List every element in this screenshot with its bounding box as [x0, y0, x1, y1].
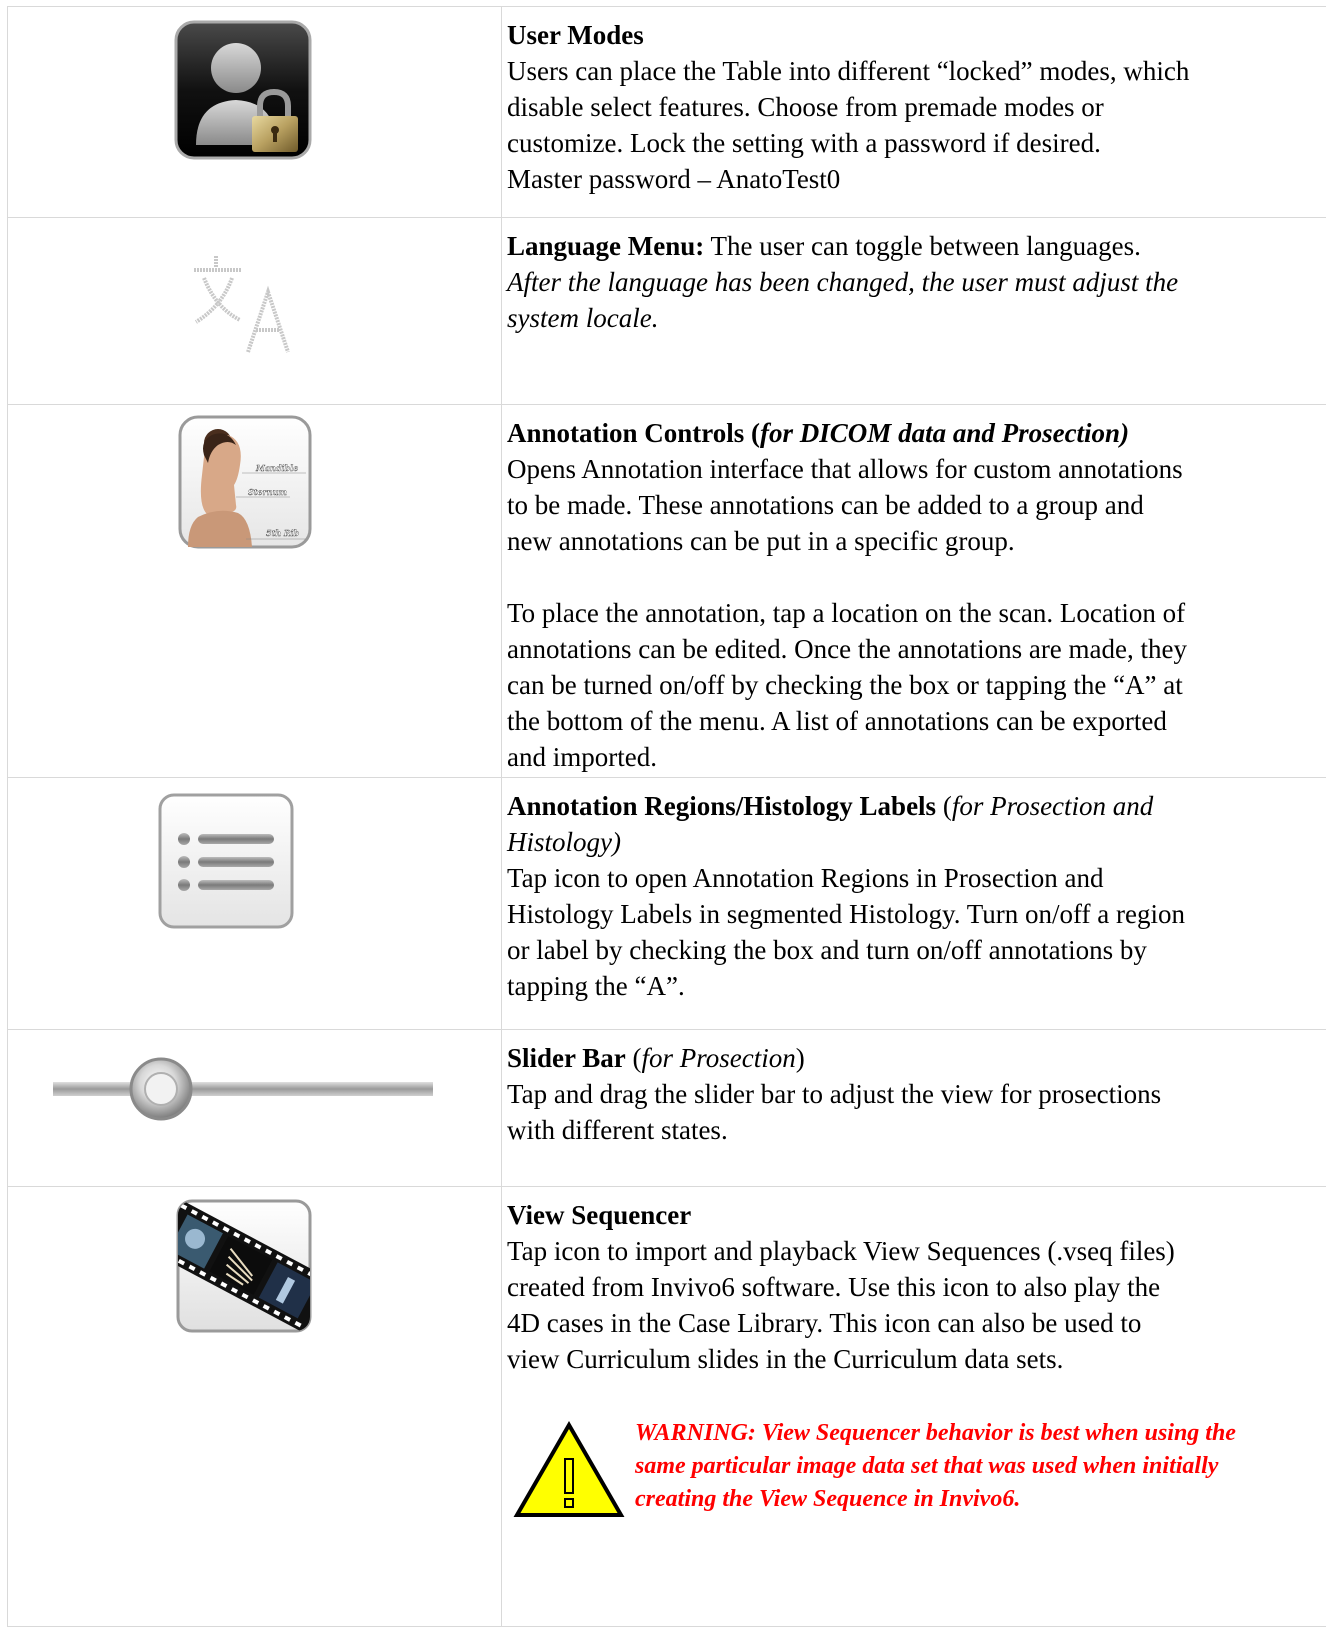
row-title-italic: for Prosection and	[951, 791, 1154, 821]
description-line: tapping the “A”.	[507, 971, 685, 1001]
description-line: with different states.	[507, 1115, 728, 1145]
description-line: Tap and drag the slider bar to adjust th…	[507, 1079, 1162, 1109]
annotation-head-icon: Mandible Sternum 5th Rib	[178, 415, 312, 549]
row-title-italic-line2: Histology)	[507, 827, 621, 857]
row-title-paren: (	[625, 1043, 642, 1073]
description-line: customize. Lock the setting with a passw…	[507, 128, 1101, 158]
icon-cell: Mandible Sternum 5th Rib	[7, 404, 502, 778]
table-row: Language Menu: The user can toggle betwe…	[7, 217, 1326, 405]
description-line: Histology Labels in segmented Histology.…	[507, 899, 1185, 929]
icon-label: 5th Rib	[266, 528, 300, 538]
table-row: User Modes Users can place the Table int…	[7, 6, 1326, 218]
description-line: After the language has been changed, the…	[507, 267, 1179, 297]
table-row: View Sequencer Tap icon to import and pl…	[7, 1186, 1326, 1627]
row-title: View Sequencer	[507, 1200, 692, 1230]
warning-line: creating the View Sequence in Invivo6.	[635, 1486, 1021, 1512]
description-line: created from Invivo6 software. Use this …	[507, 1272, 1161, 1302]
row-title-paren: (	[936, 791, 952, 821]
row-title: Annotation Controls (	[507, 418, 761, 448]
icon-cell	[7, 777, 502, 1030]
row-title: Language Menu:	[507, 231, 705, 261]
description-line: new annotations can be put in a specific…	[507, 526, 1015, 556]
warning-message: WARNING: View Sequencer behavior is best…	[635, 1417, 1315, 1516]
description-cell: View Sequencer Tap icon to import and pl…	[501, 1186, 1326, 1627]
row-title: Annotation Regions/Histology Labels	[507, 791, 937, 821]
icon-label: Mandible	[255, 463, 298, 473]
icon-label: Sternum	[248, 487, 287, 497]
description-cell: Slider Bar (for Prosection) Tap and drag…	[501, 1029, 1326, 1187]
row-title: Slider Bar	[507, 1043, 626, 1073]
description-cell: Annotation Controls (for DICOM data and …	[501, 404, 1326, 778]
warning-line: WARNING: View Sequencer behavior is best…	[635, 1420, 1236, 1446]
description-line: Tap icon to import and playback View Seq…	[507, 1236, 1175, 1266]
language-icon	[194, 256, 290, 353]
warning-triangle-icon	[513, 1421, 625, 1517]
icon-cell	[7, 1029, 502, 1187]
description-line: system locale.	[507, 303, 659, 333]
description-cell: Language Menu: The user can toggle betwe…	[501, 217, 1326, 405]
description-line: Master password – AnatoTest0	[507, 164, 841, 194]
table-row: Slider Bar (for Prosection) Tap and drag…	[7, 1029, 1326, 1187]
description-line: Tap icon to open Annotation Regions in P…	[507, 863, 1104, 893]
list-icon	[158, 793, 294, 929]
description-line: 4D cases in the Case Library. This icon …	[507, 1308, 1142, 1338]
row-title-close: )	[1120, 418, 1130, 448]
description-line: and imported.	[507, 742, 657, 772]
table-row: Annotation Regions/Histology Labels (for…	[7, 777, 1326, 1030]
description-line: annotations can be edited. Once the anno…	[507, 634, 1187, 664]
description-line: or label by checking the box and turn on…	[507, 935, 1147, 965]
description-text: The user can toggle between languages.	[704, 231, 1141, 261]
description-line: To place the annotation, tap a location …	[507, 598, 1186, 628]
description-line: the bottom of the menu. A list of annota…	[507, 706, 1167, 736]
icon-cell	[7, 217, 502, 405]
slider-icon	[53, 1057, 433, 1121]
warning-box: WARNING: View Sequencer behavior is best…	[507, 1377, 1326, 1547]
row-title-italic: for DICOM data and Prosection	[760, 418, 1121, 448]
row-title: User Modes	[507, 20, 644, 50]
table-row: Mandible Sternum 5th Rib Annotation Cont…	[7, 404, 1326, 778]
icon-cell	[7, 6, 502, 218]
icon-cell	[7, 1186, 502, 1627]
description-line: Users can place the Table into different…	[507, 56, 1190, 86]
description-cell: Annotation Regions/Histology Labels (for…	[501, 777, 1326, 1030]
description-cell: User Modes Users can place the Table int…	[501, 6, 1326, 218]
description-line: to be made. These annotations can be add…	[507, 490, 1144, 520]
row-title-italic: for Prosection	[641, 1043, 796, 1073]
description-line: view Curriculum slides in the Curriculum…	[507, 1344, 1064, 1374]
description-line: disable select features. Choose from pre…	[507, 92, 1104, 122]
description-line: can be turned on/off by checking the box…	[507, 670, 1183, 700]
row-title-close: )	[795, 1043, 805, 1073]
user-lock-icon	[174, 20, 312, 160]
filmstrip-icon	[176, 1199, 312, 1333]
feature-table: User Modes Users can place the Table int…	[7, 6, 1326, 1627]
description-line: Opens Annotation interface that allows f…	[507, 454, 1183, 484]
warning-line: same particular image data set that was …	[635, 1453, 1219, 1479]
